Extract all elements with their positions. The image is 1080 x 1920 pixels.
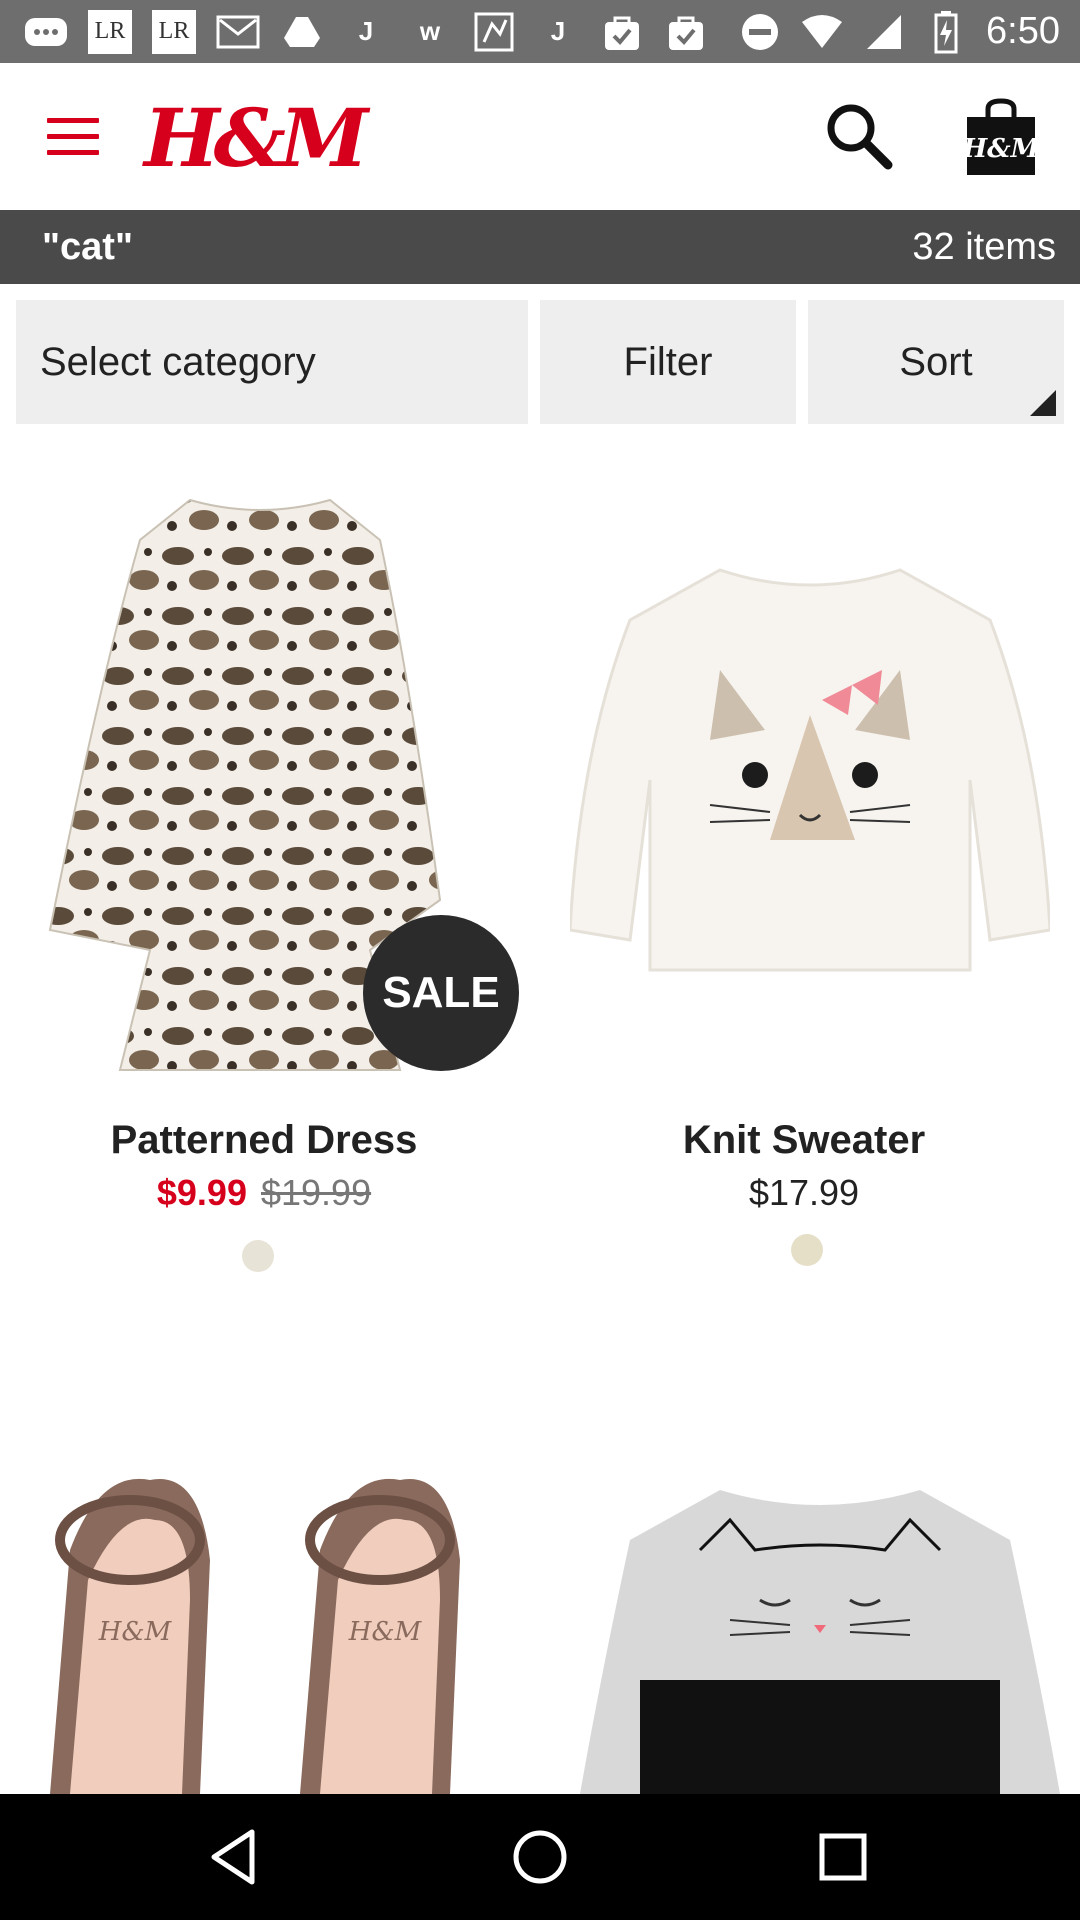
product-price: $9.99 $19.99 <box>0 1172 534 1214</box>
sort-button[interactable]: Sort <box>808 300 1064 424</box>
product-name[interactable]: Knit Sweater <box>534 1118 1074 1163</box>
system-navigation-bar <box>0 1794 1080 1920</box>
notification-box-icon: LR <box>152 9 196 54</box>
color-swatch[interactable] <box>791 1234 823 1266</box>
shopping-check-icon <box>600 12 644 52</box>
clock: 6:50 <box>986 10 1060 52</box>
brand-logo[interactable]: H&M <box>144 91 368 185</box>
shoe-brand-text: H&M <box>98 1617 173 1647</box>
product-image[interactable] <box>570 550 1050 990</box>
shopping-check-icon <box>664 12 708 52</box>
shoe-brand-text: H&M <box>348 1617 423 1647</box>
app-header: H&M H&M <box>0 63 1080 210</box>
sale-badge: SALE <box>363 915 519 1071</box>
mail-icon <box>216 12 260 52</box>
select-category-label: Select category <box>40 339 316 384</box>
dropdown-corner-icon <box>1030 390 1056 416</box>
product-price: $17.99 <box>748 1172 860 1213</box>
recents-icon[interactable] <box>810 1824 876 1890</box>
j-app-icon: J <box>358 16 374 46</box>
product-name[interactable]: Patterned Dress <box>0 1118 534 1163</box>
filter-label: Filter <box>623 339 713 384</box>
drive-icon <box>280 12 324 52</box>
chat-notification-icon <box>24 12 68 52</box>
do-not-disturb-icon <box>738 12 782 52</box>
result-count: 32 items <box>912 225 1056 268</box>
original-price: $19.99 <box>260 1172 372 1213</box>
product-image[interactable]: H&M H&M <box>30 1470 510 1794</box>
search-icon[interactable] <box>822 99 896 173</box>
filter-button[interactable]: Filter <box>540 300 796 424</box>
status-bar: LR LR J w J 6:50 <box>0 0 1080 63</box>
w-app-icon: w <box>419 16 441 46</box>
color-swatch[interactable] <box>242 1240 274 1272</box>
product-image[interactable] <box>580 1480 1060 1794</box>
select-category-button[interactable]: Select category <box>16 300 528 424</box>
battery-charging-icon <box>924 10 968 53</box>
search-query: "cat" <box>42 225 133 268</box>
sort-label: Sort <box>899 339 973 384</box>
home-icon[interactable] <box>507 1824 573 1890</box>
bag-brand-text: H&M <box>964 134 1038 164</box>
map-icon <box>472 12 516 52</box>
notification-box-icon: LR <box>88 9 132 54</box>
cell-signal-icon <box>862 12 906 52</box>
j-app-icon: J <box>550 16 566 46</box>
filter-row: Select category Filter Sort <box>16 300 1064 424</box>
hamburger-menu-icon[interactable] <box>47 118 99 156</box>
wifi-icon <box>800 12 844 52</box>
shopping-bag-icon[interactable]: H&M <box>962 97 1041 177</box>
search-result-bar: "cat" 32 items <box>0 210 1080 284</box>
sale-price: $9.99 <box>156 1172 247 1213</box>
back-icon[interactable] <box>202 1824 268 1890</box>
